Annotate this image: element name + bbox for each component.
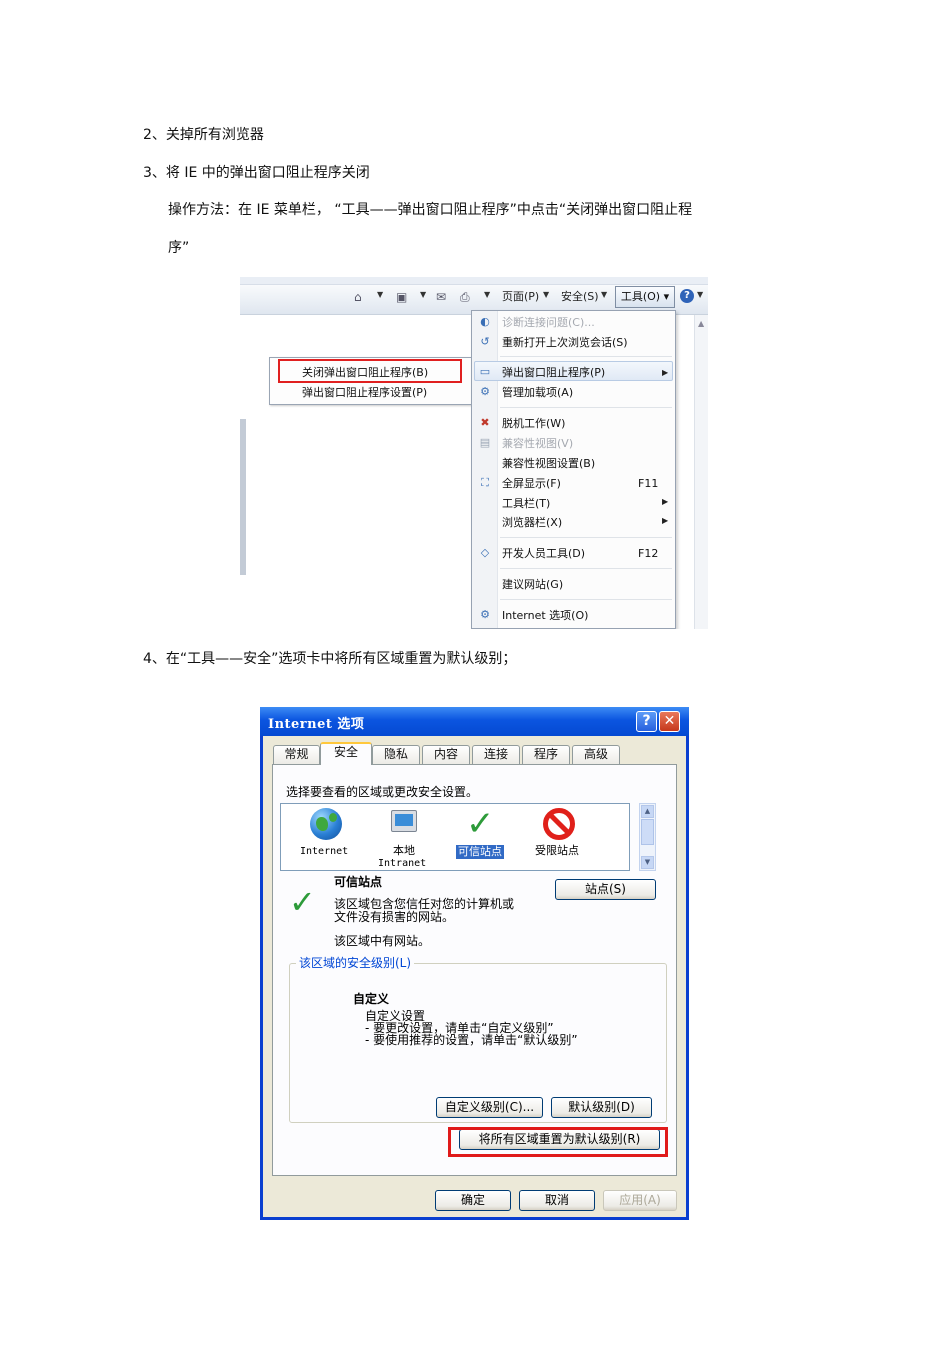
ie-tools-menu-screenshot: ⌂ ▼ ▣ ▼ ✉ ⎙ ▼ 页面(P) ▼ 安全(S) ▼ 工具(O) ▾ ? … bbox=[240, 277, 708, 629]
menu-item-compat-settings[interactable]: 兼容性视图设置(B) bbox=[502, 457, 595, 471]
developer-tools-icon: ◇ bbox=[480, 546, 490, 559]
work-offline-icon: ✖ bbox=[480, 416, 490, 429]
page-edge bbox=[240, 419, 246, 575]
shortcut-f12: F12 bbox=[638, 547, 659, 560]
shortcut-f11: F11 bbox=[638, 477, 659, 490]
tab-privacy[interactable]: 隐私 bbox=[372, 745, 420, 764]
feeds-icon[interactable]: ▣ bbox=[396, 290, 407, 305]
submenu-arrow-icon: ▶ bbox=[662, 368, 669, 377]
security-level-legend: 该区域的安全级别(L) bbox=[296, 957, 415, 970]
level-name: 自定义 bbox=[353, 992, 390, 1006]
menu-item-diagnose: 诊断连接问题(C)... bbox=[502, 316, 595, 329]
safety-menu[interactable]: 安全(S) bbox=[561, 289, 599, 304]
zone-intranet-label-2[interactable]: Intranet bbox=[378, 858, 426, 870]
menu-item-suggested-sites[interactable]: 建议网站(G) bbox=[502, 578, 563, 592]
zone-restricted-label[interactable]: 受限站点 bbox=[535, 845, 579, 857]
scroll-up-icon[interactable]: ▲ bbox=[641, 805, 654, 818]
menu-item-internet-options[interactable]: Internet 选项(O) bbox=[502, 609, 588, 623]
highlight-box bbox=[278, 359, 462, 383]
check-icon: ✓ bbox=[289, 883, 316, 921]
step-3-method-line2: 序” bbox=[168, 240, 190, 256]
zone-scrollbar[interactable]: ▲ ▼ bbox=[639, 803, 656, 871]
submenu-arrow-icon: ▶ bbox=[662, 516, 669, 525]
submenu-arrow-icon: ▶ bbox=[662, 497, 669, 506]
tab-content[interactable]: 内容 bbox=[422, 745, 470, 764]
diagnose-icon: ◐ bbox=[480, 315, 490, 328]
help-button[interactable]: ? bbox=[636, 711, 657, 732]
menu-item-work-offline[interactable]: 脱机工作(W) bbox=[502, 417, 565, 431]
cancel-button[interactable]: 取消 bbox=[519, 1190, 595, 1211]
zone-title: 可信站点 bbox=[334, 875, 383, 889]
chevron-down-icon: ▼ bbox=[601, 290, 608, 299]
step-3-method-line1: 操作方法：在 IE 菜单栏， “工具——弹出窗口阻止程序”中点击“关闭弹出窗口阻… bbox=[168, 202, 693, 218]
zone-internet-label[interactable]: Internet bbox=[300, 846, 348, 858]
help-icon[interactable]: ? bbox=[680, 289, 694, 303]
chevron-down-icon[interactable]: ▼ bbox=[420, 290, 426, 299]
default-level-button[interactable]: 默认级别(D) bbox=[551, 1097, 652, 1118]
reopen-session-icon: ↺ bbox=[480, 335, 490, 348]
add-ons-icon: ⚙ bbox=[480, 385, 490, 398]
close-button[interactable]: ✕ bbox=[659, 711, 680, 732]
scroll-up-icon[interactable]: ▲ bbox=[698, 319, 704, 328]
chevron-down-icon[interactable]: ▼ bbox=[697, 290, 703, 299]
zone-description-line2: 文件没有损害的网站。 bbox=[334, 910, 455, 924]
home-icon[interactable]: ⌂ bbox=[354, 290, 362, 305]
menu-item-explorer-bars[interactable]: 浏览器栏(X) bbox=[502, 516, 562, 530]
fullscreen-icon: ⛶ bbox=[481, 476, 489, 489]
compat-view-icon: ▤ bbox=[479, 436, 491, 449]
level-desc-3: - 要使用推荐的设置，请单击“默认级别” bbox=[365, 1033, 578, 1047]
menu-item-fullscreen[interactable]: 全屏显示(F) bbox=[502, 477, 561, 491]
custom-level-button[interactable]: 自定义级别(C)... bbox=[436, 1097, 543, 1118]
zone-sites-note: 该区域中有网站。 bbox=[334, 934, 431, 948]
menu-item-toolbars[interactable]: 工具栏(T) bbox=[502, 497, 550, 511]
zone-intranet-label[interactable]: 本地 bbox=[393, 845, 415, 857]
chevron-down-icon[interactable]: ▼ bbox=[484, 290, 490, 299]
menu-item-manage-addons[interactable]: 管理加载项(A) bbox=[502, 386, 573, 400]
dialog-title-bar: Internet 选项 ? ✕ bbox=[260, 707, 689, 736]
tab-programs[interactable]: 程序 bbox=[522, 745, 570, 764]
step-3-text: 3、将 IE 中的弹出窗口阻止程序关闭 bbox=[143, 165, 370, 181]
zone-description-line1: 该区域包含您信任对您的计算机或 bbox=[334, 897, 515, 911]
mail-icon[interactable]: ✉ bbox=[436, 290, 446, 305]
sites-button[interactable]: 站点(S) bbox=[555, 879, 656, 900]
internet-options-dialog: Internet 选项 ? ✕ 常规 安全 隐私 内容 连接 程序 高级 选择要… bbox=[260, 707, 689, 1220]
trusted-sites-icon[interactable]: ✓ bbox=[466, 807, 495, 841]
print-icon[interactable]: ⎙ bbox=[460, 290, 470, 305]
internet-options-icon: ⚙ bbox=[480, 608, 490, 621]
tools-menu-button[interactable]: 工具(O) ▾ bbox=[615, 286, 675, 308]
dialog-title: Internet 选项 bbox=[268, 717, 365, 732]
page-menu[interactable]: 页面(P) bbox=[502, 289, 539, 304]
popup-blocker-icon: ▭ bbox=[479, 365, 491, 378]
tab-advanced[interactable]: 高级 bbox=[572, 745, 620, 764]
tools-dropdown-menu: ◐ 诊断连接问题(C)... ↺ 重新打开上次浏览会话(S) ▭ 弹出窗口阻止程… bbox=[471, 310, 676, 629]
scrollbar[interactable]: ▲ bbox=[694, 315, 708, 629]
apply-button: 应用(A) bbox=[603, 1190, 677, 1211]
chevron-down-icon: ▼ bbox=[543, 290, 550, 299]
highlight-box bbox=[448, 1127, 668, 1157]
menu-item-developer-tools[interactable]: 开发人员工具(D) bbox=[502, 547, 585, 561]
step-2-text: 2、关掉所有浏览器 bbox=[143, 127, 264, 143]
tab-general[interactable]: 常规 bbox=[273, 745, 320, 764]
tab-connections[interactable]: 连接 bbox=[472, 745, 520, 764]
tab-security[interactable]: 安全 bbox=[320, 742, 372, 765]
internet-zone-icon[interactable] bbox=[310, 808, 342, 840]
restricted-sites-icon[interactable] bbox=[543, 808, 575, 840]
ok-button[interactable]: 确定 bbox=[435, 1190, 511, 1211]
menu-item-compat-view: 兼容性视图(V) bbox=[502, 437, 574, 450]
zone-trusted-label[interactable]: 可信站点 bbox=[456, 845, 504, 859]
menu-item-reopen-session[interactable]: 重新打开上次浏览会话(S) bbox=[502, 336, 628, 350]
local-intranet-icon[interactable] bbox=[391, 810, 417, 832]
zone-prompt: 选择要查看的区域或更改安全设置。 bbox=[286, 785, 479, 799]
step-4-text: 4、在“工具——安全”选项卡中将所有区域重置为默认级别； bbox=[143, 651, 517, 667]
menu-item-popup-blocker[interactable]: 弹出窗口阻止程序(P) bbox=[502, 366, 605, 380]
popup-blocker-settings-item[interactable]: 弹出窗口阻止程序设置(P) bbox=[302, 386, 427, 400]
chevron-down-icon[interactable]: ▼ bbox=[377, 290, 383, 299]
scroll-down-icon[interactable]: ▼ bbox=[641, 856, 654, 869]
